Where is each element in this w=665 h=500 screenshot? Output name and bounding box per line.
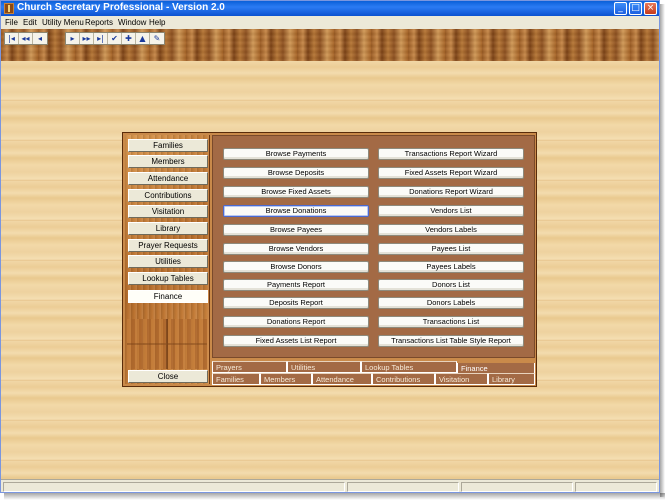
sidebar-item-library[interactable]: Library <box>128 222 208 235</box>
nav-record-group: |◂ ◂◂ ◂ <box>4 32 48 45</box>
browse-fixed-assets-button[interactable]: Browse Fixed Assets <box>223 186 369 198</box>
sidebar-item-prayer-requests[interactable]: Prayer Requests <box>128 239 208 252</box>
maximize-button[interactable]: □ <box>629 2 642 15</box>
tab-row-upper: Prayers Utilities Lookup Tables Finance <box>212 361 535 375</box>
fixed-assets-report-wizard-button[interactable]: Fixed Assets Report Wizard <box>378 167 524 179</box>
donors-list-button[interactable]: Donors List <box>378 279 524 291</box>
sidebar-item-attendance[interactable]: Attendance <box>128 172 208 185</box>
menu-utility[interactable]: Utility Menu <box>42 18 84 27</box>
browse-donors-button[interactable]: Browse Donors <box>223 261 369 273</box>
transactions-report-wizard-button[interactable]: Transactions Report Wizard <box>378 148 524 160</box>
sidebar-item-finance[interactable]: Finance <box>128 290 208 303</box>
previous-record-icon[interactable]: ◂ <box>33 33 47 44</box>
payees-list-button[interactable]: Payees List <box>378 243 524 255</box>
rewind-icon[interactable]: ◂◂ <box>19 33 33 44</box>
donations-report-button[interactable]: Donations Report <box>223 316 369 328</box>
tab-members[interactable]: Members <box>260 373 312 385</box>
status-cell-2 <box>347 482 459 492</box>
fixed-assets-list-report-button[interactable]: Fixed Assets List Report <box>223 335 369 347</box>
transactions-list-table-report-button[interactable]: Transactions List Table Style Report <box>378 335 524 347</box>
edit-record-group: ▸ ▸▸ ▸| ✔ ✚ ▲ ✎ <box>65 32 165 45</box>
minimize-button[interactable]: _ <box>614 2 627 15</box>
status-cell-4 <box>575 482 657 492</box>
tab-attendance[interactable]: Attendance <box>312 373 372 385</box>
browse-donations-button[interactable]: Browse Donations <box>223 205 369 217</box>
browse-vendors-button[interactable]: Browse Vendors <box>223 243 369 255</box>
tab-families[interactable]: Families <box>212 373 260 385</box>
payments-report-button[interactable]: Payments Report <box>223 279 369 291</box>
donations-report-wizard-button[interactable]: Donations Report Wizard <box>378 186 524 198</box>
app-window: Church Secretary Professional - Version … <box>0 0 660 493</box>
sidebar-item-lookup-tables[interactable]: Lookup Tables <box>128 272 208 285</box>
fast-forward-icon[interactable]: ▸▸ <box>80 33 94 44</box>
transactions-list-button[interactable]: Transactions List <box>378 316 524 328</box>
title-bar[interactable]: Church Secretary Professional - Version … <box>1 1 659 16</box>
payees-labels-button[interactable]: Payees Labels <box>378 261 524 273</box>
menu-file[interactable]: File <box>5 18 18 27</box>
tab-lookup-tables[interactable]: Lookup Tables <box>361 361 457 373</box>
menu-bar: File Edit Utility Menu Reports Window He… <box>1 16 659 29</box>
sidebar-item-contributions[interactable]: Contributions <box>128 189 208 202</box>
finance-content: Browse Payments Browse Deposits Browse F… <box>212 135 535 358</box>
status-bar <box>1 479 659 492</box>
status-cell-3 <box>461 482 573 492</box>
menu-edit[interactable]: Edit <box>23 18 37 27</box>
sidebar-item-members[interactable]: Members <box>128 155 208 168</box>
close-window-button[interactable]: × <box>644 2 657 15</box>
first-record-icon[interactable]: |◂ <box>5 33 19 44</box>
main-panel: Families Members Attendance Contribution… <box>122 132 537 387</box>
up-icon[interactable]: ▲ <box>136 33 150 44</box>
browse-payees-button[interactable]: Browse Payees <box>223 224 369 236</box>
tab-library[interactable]: Library <box>488 373 535 385</box>
tab-contributions[interactable]: Contributions <box>372 373 435 385</box>
next-record-icon[interactable]: ▸ <box>66 33 80 44</box>
window-title: Church Secretary Professional - Version … <box>17 2 225 13</box>
sidebar-item-visitation[interactable]: Visitation <box>128 205 208 218</box>
sidebar: Families Members Attendance Contribution… <box>125 135 210 384</box>
app-logo-icon <box>4 3 14 14</box>
menu-window[interactable]: Window <box>118 18 146 27</box>
donors-labels-button[interactable]: Donors Labels <box>378 297 524 309</box>
edit-icon[interactable]: ✎ <box>150 33 164 44</box>
status-cell-main <box>3 482 345 492</box>
close-button[interactable]: Close <box>128 370 208 383</box>
tab-visitation[interactable]: Visitation <box>435 373 488 385</box>
parquet-decoration <box>127 319 207 369</box>
browse-payments-button[interactable]: Browse Payments <box>223 148 369 160</box>
toolbar: |◂ ◂◂ ◂ ▸ ▸▸ ▸| ✔ ✚ ▲ ✎ <box>1 29 659 61</box>
tab-row-lower: Families Members Attendance Contribution… <box>212 373 535 385</box>
window-shadow-bottom <box>4 493 665 500</box>
deposits-report-button[interactable]: Deposits Report <box>223 297 369 309</box>
vendors-labels-button[interactable]: Vendors Labels <box>378 224 524 236</box>
menu-help[interactable]: Help <box>149 18 165 27</box>
window-shadow-right <box>660 4 665 497</box>
menu-reports[interactable]: Reports <box>85 18 113 27</box>
tab-utilities[interactable]: Utilities <box>287 361 361 373</box>
insert-icon[interactable]: ✚ <box>122 33 136 44</box>
sidebar-item-families[interactable]: Families <box>128 139 208 152</box>
browse-deposits-button[interactable]: Browse Deposits <box>223 167 369 179</box>
sidebar-item-utilities[interactable]: Utilities <box>128 255 208 268</box>
last-record-icon[interactable]: ▸| <box>94 33 108 44</box>
tab-prayers[interactable]: Prayers <box>212 361 287 373</box>
vendors-list-button[interactable]: Vendors List <box>378 205 524 217</box>
post-icon[interactable]: ✔ <box>108 33 122 44</box>
